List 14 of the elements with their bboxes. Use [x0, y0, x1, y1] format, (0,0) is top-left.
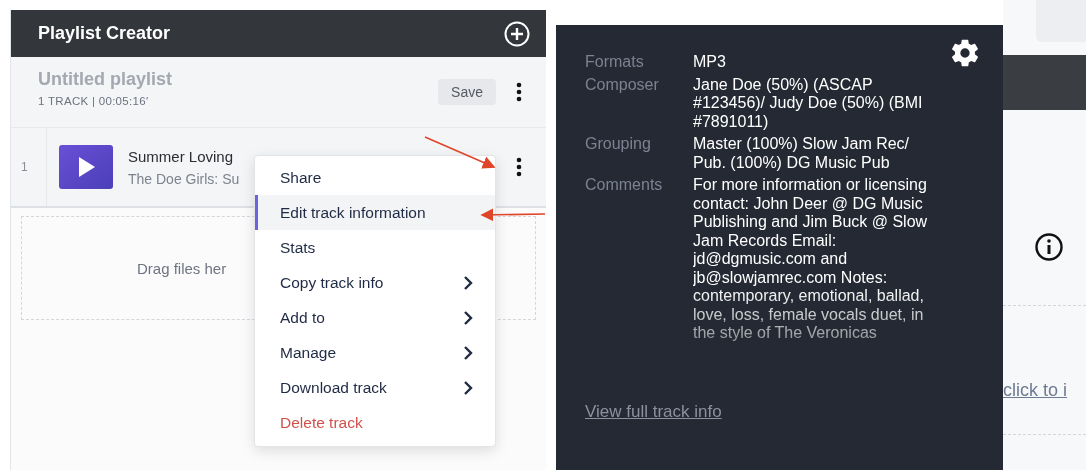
field-label: Composer	[585, 75, 660, 95]
field-value: Jane Doe (50%) (ASCAP #123456)/ Judy Doe (50%) (BMI #7891011)	[693, 75, 924, 131]
playlist-summary: 1 TRACK | 00:05:16′	[38, 95, 150, 107]
track-number: 1	[11, 128, 47, 206]
field-value: MP3	[693, 53, 727, 72]
track-artist: The Doe Girls: Su	[128, 170, 240, 187]
field-label: Comments	[585, 176, 664, 195]
field-value: For more information or licensing contact: John Deer @ DG Music Publishing and Jim Buck @ Slow Jam Records Email: jd@dgmusic.com and jb@slowjamrec.com Notes: contemporary, emotional, ballad, love, loss, female vocals duet, in the style of The Veronicas	[693, 176, 929, 343]
field-label: Grouping	[585, 135, 652, 154]
field-value: Master (100%) Slow Jam Rec/ Pub. (100%) DG Music Pub	[693, 135, 911, 172]
drop-zone-text: Drag files her	[137, 259, 227, 277]
track-title: Summer Loving	[128, 147, 234, 165]
field-label: Formats	[585, 53, 645, 72]
panel-title: Playlist Creator	[38, 23, 171, 44]
